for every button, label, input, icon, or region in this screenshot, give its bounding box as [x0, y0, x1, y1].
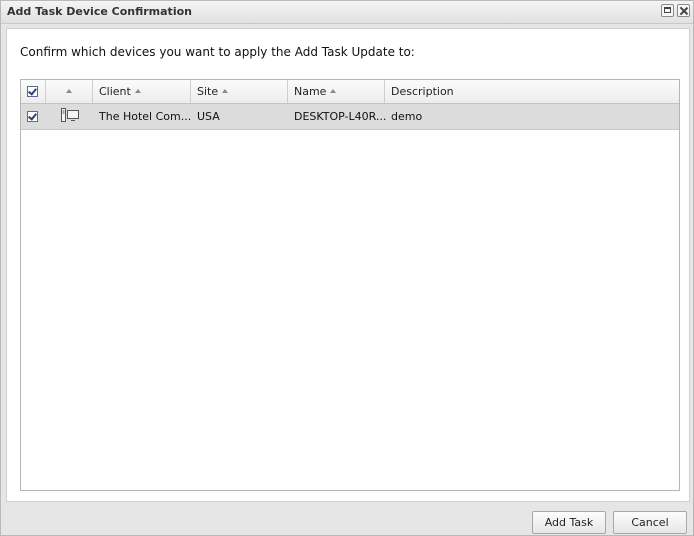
devices-grid: Client Site Name Description The Hotel C…	[20, 79, 680, 491]
title-bar[interactable]: Add Task Device Confirmation	[1, 1, 693, 24]
site-column-header[interactable]: Site	[191, 80, 288, 103]
prompt-text: Confirm which devices you want to apply …	[20, 45, 415, 59]
name-header-label: Name	[294, 85, 327, 98]
row-checkbox[interactable]	[27, 111, 38, 122]
content-panel: Confirm which devices you want to apply …	[6, 28, 690, 502]
sort-up-icon	[66, 89, 72, 93]
cell-site: USA	[197, 110, 220, 123]
site-header-label: Site	[197, 85, 219, 98]
icon-column-header[interactable]	[46, 80, 93, 103]
cell-description: demo	[391, 110, 423, 123]
sort-up-icon	[330, 89, 337, 93]
select-all-column[interactable]	[21, 80, 46, 103]
desktop-icon	[61, 108, 79, 122]
sort-up-icon	[222, 89, 229, 93]
select-all-checkbox[interactable]	[27, 86, 38, 97]
close-icon[interactable]	[677, 4, 690, 17]
client-column-header[interactable]: Client	[93, 80, 191, 103]
dialog-window: Add Task Device Confirmation Confirm whi…	[0, 0, 694, 536]
grid-header: Client Site Name Description	[21, 80, 679, 104]
name-column-header[interactable]: Name	[288, 80, 385, 103]
client-header-label: Client	[99, 85, 131, 98]
add-task-button[interactable]: Add Task	[532, 511, 606, 534]
cell-client: The Hotel Com...	[99, 110, 192, 123]
window-title: Add Task Device Confirmation	[7, 5, 192, 18]
maximize-icon[interactable]	[661, 4, 674, 17]
table-row[interactable]: The Hotel Com... USA DESKTOP-L40R... dem…	[21, 104, 679, 130]
cell-name: DESKTOP-L40R...	[294, 110, 387, 123]
description-header-label: Description	[391, 85, 454, 98]
description-column-header[interactable]: Description	[385, 80, 679, 103]
cancel-button[interactable]: Cancel	[613, 511, 687, 534]
sort-up-icon	[134, 89, 141, 93]
